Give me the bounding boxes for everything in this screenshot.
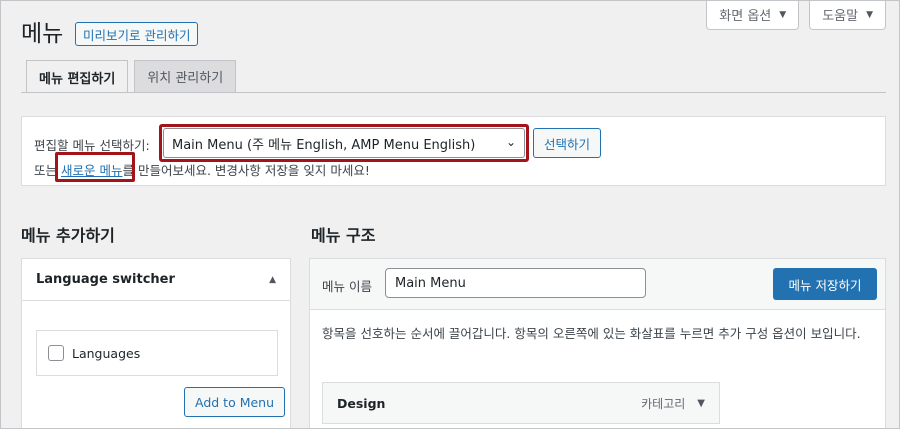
language-checklist: Languages bbox=[36, 330, 278, 376]
menu-header: 메뉴 이름 Main Menu 메뉴 저장하기 bbox=[310, 259, 885, 310]
tab-manage-locations[interactable]: 위치 관리하기 bbox=[134, 60, 237, 92]
menu-select-dropdown[interactable]: Main Menu (주 메뉴 English, AMP Menu Englis… bbox=[163, 128, 525, 158]
tab-edit-menus[interactable]: 메뉴 편집하기 bbox=[26, 60, 129, 93]
caret-down-icon: ▼ bbox=[779, 9, 787, 20]
screen-meta-links: 화면 옵션 ▼ 도움말 ▼ bbox=[706, 0, 886, 30]
screen-options-label: 화면 옵션 bbox=[719, 9, 772, 24]
select-menu-label: 편집할 메뉴 선택하기: bbox=[34, 138, 150, 153]
menu-item-type: 카테고리 bbox=[641, 396, 686, 411]
select-button[interactable]: 선택하기 bbox=[533, 128, 602, 158]
nav-tabs: 메뉴 편집하기 위치 관리하기 bbox=[26, 60, 242, 93]
or-prefix: 또는 bbox=[34, 163, 58, 178]
or-suffix: 를 만들어보세요. 변경사항 저장을 잊지 마세요! bbox=[122, 163, 370, 178]
help-button[interactable]: 도움말 ▼ bbox=[809, 0, 886, 30]
help-label: 도움말 bbox=[822, 9, 859, 24]
add-items-accordion: Language switcher ▲ Languages Add to Men… bbox=[21, 258, 291, 429]
menu-structure-panel: 메뉴 이름 Main Menu 메뉴 저장하기 항목을 선호하는 순서에 끌어갑… bbox=[309, 258, 886, 429]
page-title: 메뉴 bbox=[21, 21, 64, 47]
menu-name-input[interactable]: Main Menu bbox=[385, 268, 646, 298]
menu-select-panel: 편집할 메뉴 선택하기: Main Menu (주 메뉴 English, AM… bbox=[21, 116, 886, 186]
manage-with-preview-button[interactable]: 미리보기로 관리하기 bbox=[75, 22, 199, 46]
languages-checkbox-label: Languages bbox=[72, 345, 141, 361]
menu-item-title: Design bbox=[337, 395, 386, 411]
expand-arrow-icon[interactable]: ▼ bbox=[697, 398, 705, 409]
menu-name-label: 메뉴 이름 bbox=[322, 279, 372, 294]
selected-menu-value: Main Menu (주 메뉴 English, AMP Menu Englis… bbox=[172, 137, 476, 153]
add-menu-items-heading: 메뉴 추가하기 bbox=[21, 226, 115, 245]
chevron-down-icon: ⌄ bbox=[505, 135, 516, 149]
arrow-up-icon: ▲ bbox=[269, 274, 276, 285]
languages-checkbox[interactable] bbox=[48, 345, 64, 361]
save-menu-button[interactable]: 메뉴 저장하기 bbox=[773, 268, 877, 300]
accordion-title: Language switcher bbox=[36, 272, 175, 287]
add-to-menu-button[interactable]: Add to Menu bbox=[184, 387, 286, 417]
tabs-divider bbox=[21, 92, 886, 93]
caret-down-icon: ▼ bbox=[866, 9, 873, 20]
menu-item-controls: 카테고리 ▼ bbox=[641, 395, 705, 412]
menu-structure-heading: 메뉴 구조 bbox=[311, 226, 376, 245]
create-new-menu-link[interactable]: 새로운 메뉴 bbox=[61, 163, 122, 178]
screen-options-button[interactable]: 화면 옵션 ▼ bbox=[706, 0, 800, 30]
create-menu-hint: 또는 새로운 메뉴를 만들어보세요. 변경사항 저장을 잊지 마세요! bbox=[34, 160, 370, 179]
drag-instructions: 항목을 선호하는 순서에 끌어갑니다. 항목의 오른쪽에 있는 화살표를 누르면… bbox=[322, 326, 861, 341]
menu-item[interactable]: Design 카테고리 ▼ bbox=[322, 382, 720, 424]
accordion-section-language-switcher[interactable]: Language switcher ▲ bbox=[22, 259, 290, 301]
